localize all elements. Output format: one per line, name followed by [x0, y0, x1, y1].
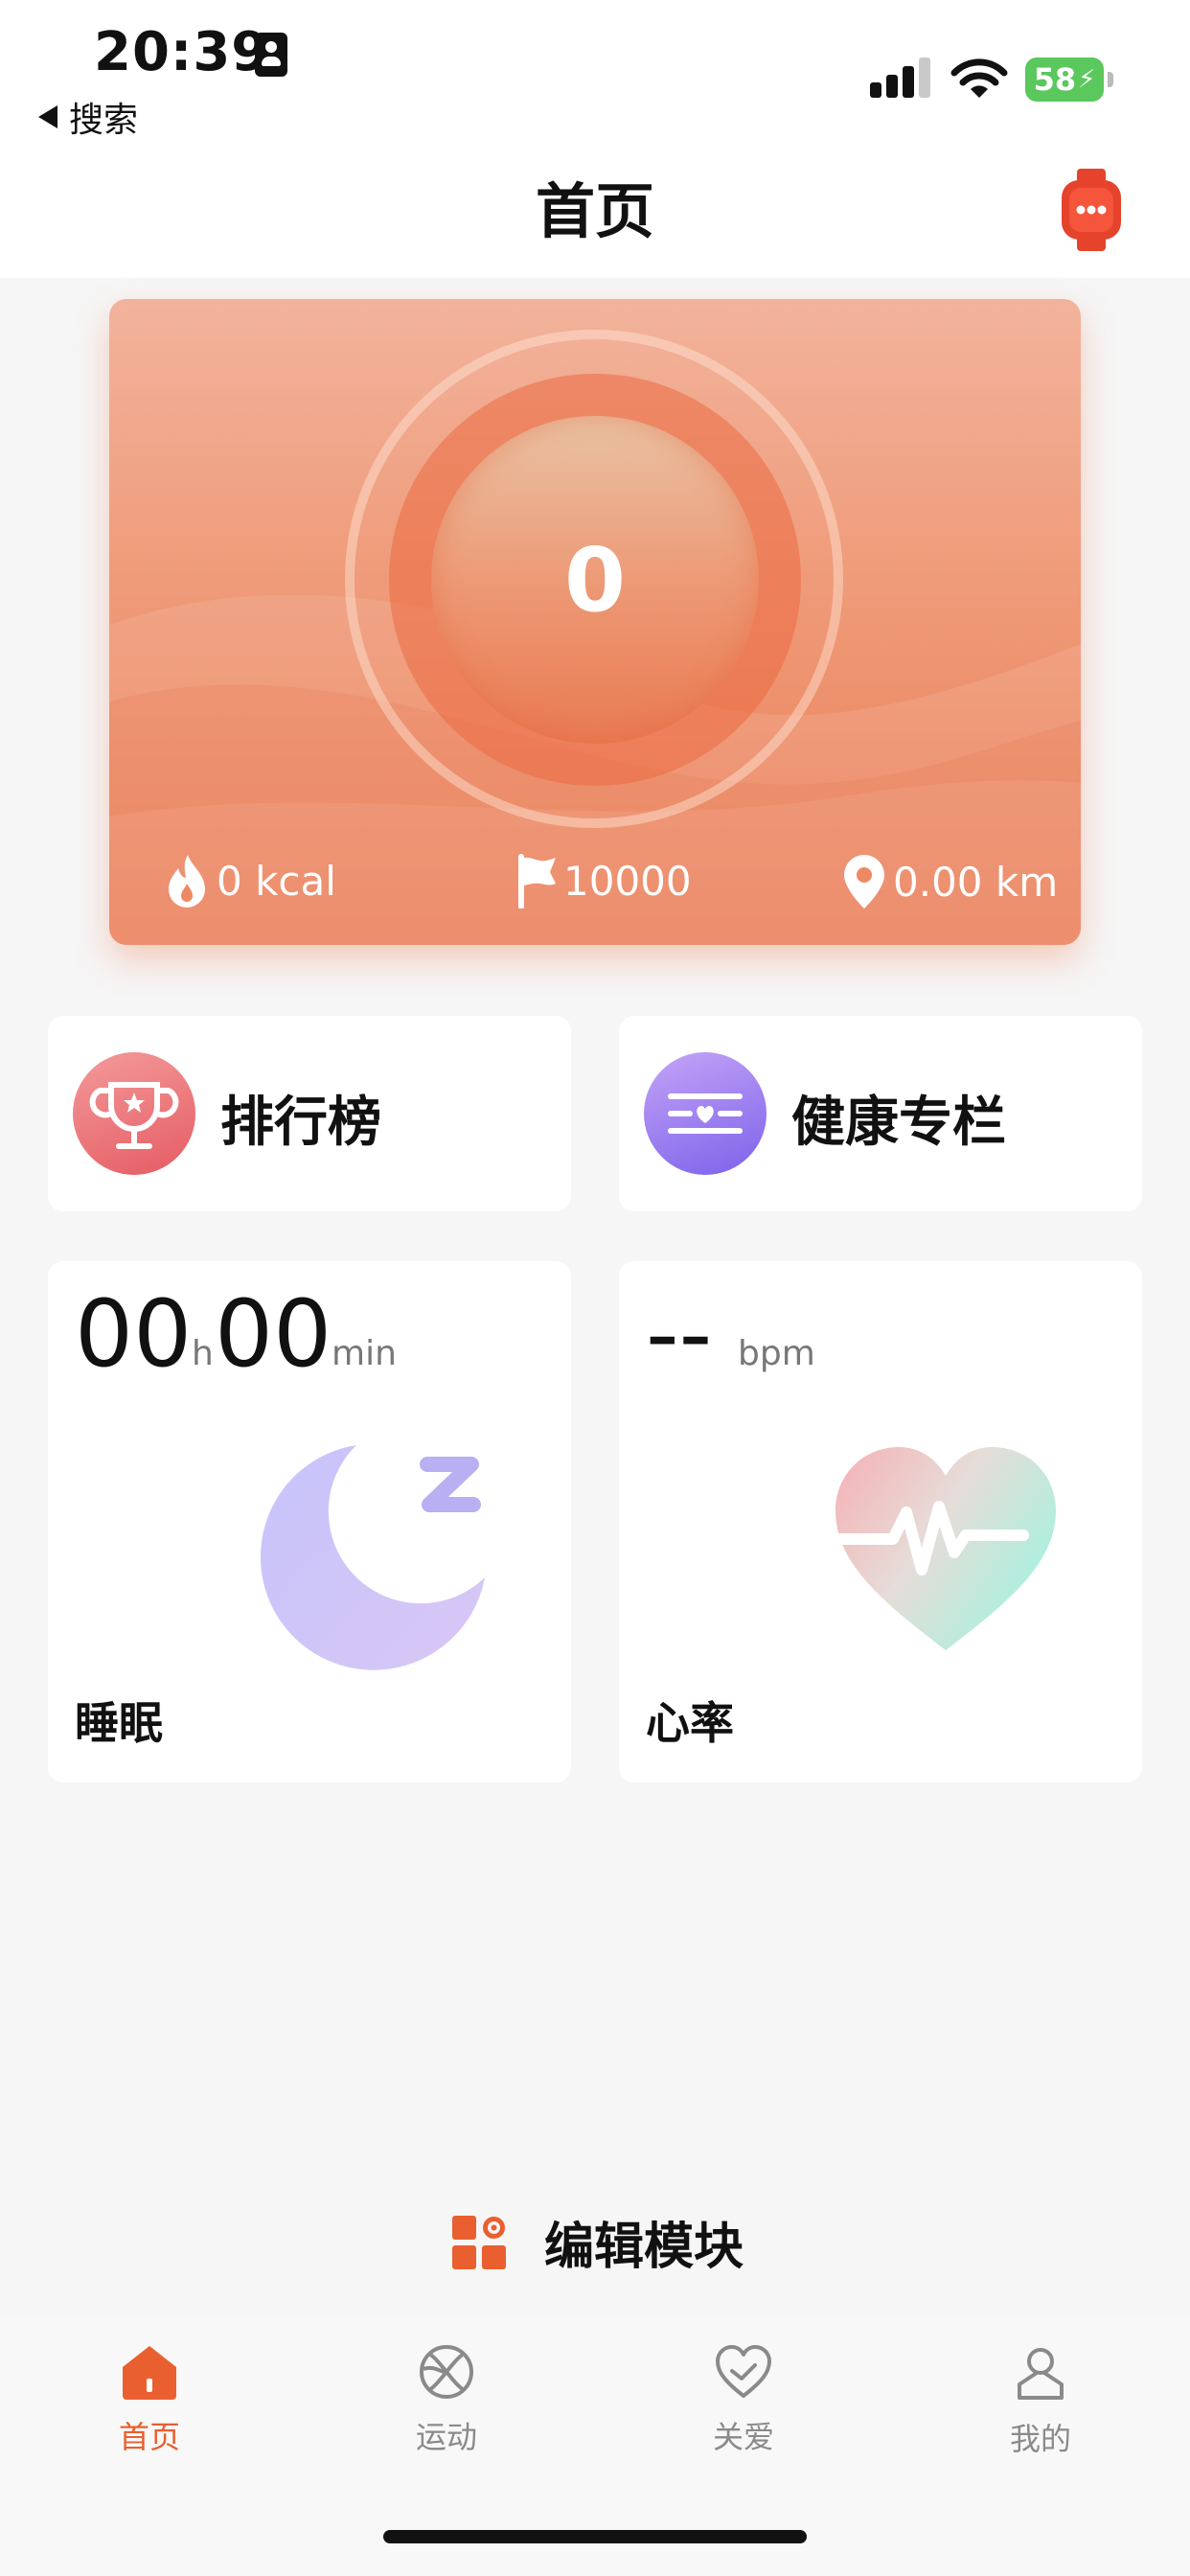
back-triangle-icon [38, 105, 57, 128]
distance-stat: 0.00 km [841, 853, 1058, 910]
charging-bolt-icon: ⚡ [1078, 65, 1096, 94]
sleep-hours: 00 [75, 1280, 193, 1388]
goal-value: 10000 [563, 857, 692, 905]
back-label: 搜索 [69, 101, 139, 140]
sleep-moon-icon [260, 1445, 485, 1670]
sleep-minutes-unit: min [332, 1334, 397, 1373]
health-column-tile[interactable]: 健康专栏 [619, 1016, 1142, 1211]
sleep-hours-unit: h [192, 1334, 214, 1373]
heart-rate-label: 心率 [646, 1697, 734, 1749]
leaderboard-tile[interactable]: 排行榜 [48, 1016, 571, 1211]
tab-mine-label: 我的 [1009, 2421, 1071, 2457]
heart-rate-unit: bpm [738, 1334, 815, 1373]
smartwatch-icon[interactable] [1058, 169, 1125, 251]
flag-icon [518, 854, 556, 908]
edit-module-label: 编辑模块 [544, 2219, 744, 2276]
status-time: 20:39 [94, 21, 270, 83]
sleep-card[interactable]: 00 h 00 min 睡眠 [48, 1261, 571, 1782]
goal-stat: 10000 [515, 853, 692, 908]
home-indicator[interactable] [383, 2530, 807, 2543]
sleep-label: 睡眠 [75, 1697, 163, 1749]
location-pin-icon [844, 855, 884, 908]
calories-value: 0 kcal [217, 857, 336, 905]
tab-sport[interactable]: 运动 [351, 2344, 542, 2497]
battery-indicator: 58 ⚡ [1025, 58, 1104, 102]
grid-settings-icon [452, 2215, 506, 2269]
top-bar: 20:39 搜索 58 ⚡ 首页 [0, 0, 1190, 278]
sleep-minutes: 00 [215, 1280, 332, 1388]
wifi-icon [950, 58, 1008, 98]
care-heart-icon [716, 2345, 771, 2398]
heart-rate-value: -- [646, 1280, 713, 1388]
page-title: 首页 [535, 176, 654, 246]
battery-tip [1108, 72, 1113, 87]
flame-icon [169, 855, 205, 908]
trophy-icon [73, 1052, 195, 1175]
calories-stat: 0 kcal [163, 853, 336, 908]
health-column-icon [644, 1052, 767, 1175]
tab-home-label: 首页 [118, 2419, 180, 2455]
tab-care-label: 关爱 [712, 2419, 774, 2455]
health-column-label: 健康专栏 [791, 1092, 1006, 1154]
cellular-signal-icon [870, 58, 931, 98]
profile-icon [1018, 2348, 1064, 2400]
tab-mine[interactable]: 我的 [945, 2344, 1136, 2497]
heart-rate-card[interactable]: -- bpm 心率 [619, 1261, 1142, 1782]
id-card-icon [255, 33, 287, 77]
edit-module-button[interactable]: 编辑模块 [450, 2206, 744, 2278]
leaderboard-label: 排行榜 [220, 1092, 381, 1154]
sport-ball-icon [420, 2345, 473, 2399]
distance-value: 0.00 km [893, 858, 1059, 906]
heart-rate-icon [826, 1447, 1056, 1650]
battery-level: 58 [1033, 61, 1077, 98]
step-card[interactable]: 0 0 kcal 10000 0.00 km [109, 299, 1081, 945]
tab-home[interactable]: 首页 [54, 2344, 245, 2497]
back-to-search-button[interactable]: 搜索 [38, 92, 138, 142]
tab-care[interactable]: 关爱 [648, 2344, 839, 2497]
step-count: 0 [563, 528, 626, 632]
home-icon [123, 2346, 176, 2400]
tab-sport-label: 运动 [415, 2419, 477, 2455]
